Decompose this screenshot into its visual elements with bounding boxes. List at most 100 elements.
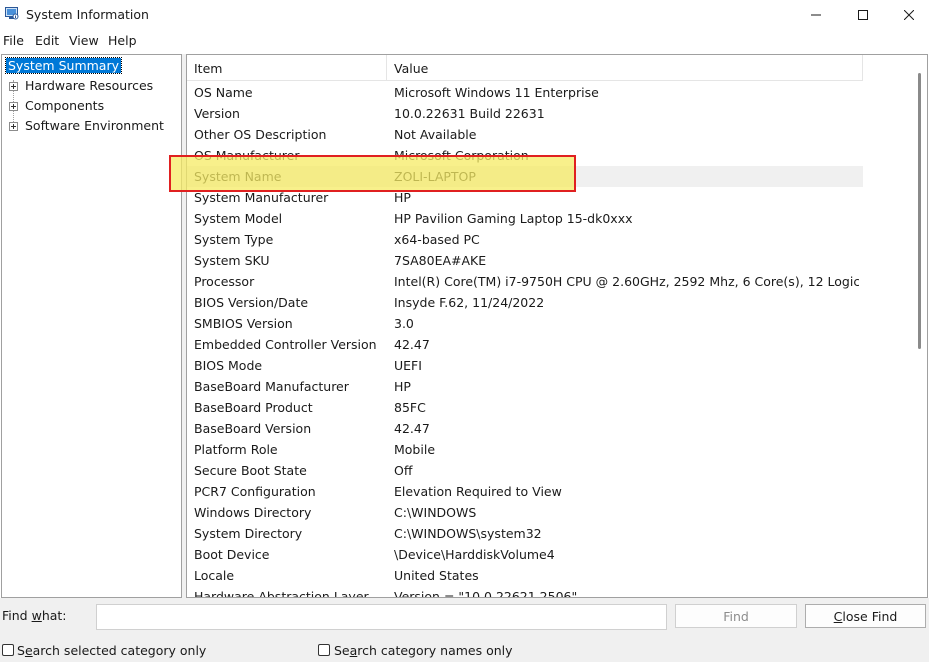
- row-value-cell: C:\WINDOWS: [394, 505, 477, 520]
- row-item-cell: Embedded Controller Version: [194, 337, 377, 352]
- row-item-cell: Version: [194, 106, 240, 121]
- row-value-cell: HP Pavilion Gaming Laptop 15-dk0xxx: [394, 211, 633, 226]
- table-row[interactable]: System SKU 7SA80EA#AKE: [187, 250, 863, 271]
- row-item-cell: Windows Directory: [194, 505, 312, 520]
- tree-item-system-summary[interactable]: System Summary: [5, 57, 122, 76]
- row-value-cell: UEFI: [394, 358, 422, 373]
- minimize-icon: [811, 14, 821, 16]
- minimize-button[interactable]: [793, 0, 839, 30]
- close-find-button[interactable]: Close Find: [805, 604, 926, 628]
- vertical-scrollbar[interactable]: [913, 55, 927, 597]
- table-row[interactable]: OS Name Microsoft Windows 11 Enterprise: [187, 82, 863, 103]
- table-row[interactable]: System Type x64-based PC: [187, 229, 863, 250]
- title-bar: System Information: [0, 0, 929, 30]
- details-list[interactable]: Item Value OS Name Microsoft Windows 11 E…: [186, 54, 928, 598]
- table-row[interactable]: Boot Device \Device\HarddiskVolume4: [187, 544, 863, 565]
- row-item-cell: BIOS Version/Date: [194, 295, 309, 310]
- menu-view[interactable]: View: [69, 30, 99, 48]
- find-bar: Find what: Find Close Find Search select…: [0, 598, 929, 662]
- row-value-cell: 10.0.22631 Build 22631: [394, 106, 545, 121]
- table-row[interactable]: PCR7 Configuration Elevation Required to …: [187, 481, 863, 502]
- menu-file[interactable]: File: [3, 30, 24, 48]
- category-tree[interactable]: System Summary Hardware Resources Compon…: [1, 54, 182, 598]
- row-value-cell: United States: [394, 568, 479, 583]
- row-item-cell: System Manufacturer: [194, 190, 329, 205]
- menu-bar: File Edit View Help: [0, 30, 929, 50]
- row-item-cell: System Type: [194, 232, 274, 247]
- row-item-cell: Locale: [194, 568, 235, 583]
- column-header-item[interactable]: Item: [187, 55, 387, 81]
- find-what-label: Find what:: [2, 608, 67, 623]
- expand-icon[interactable]: [9, 82, 18, 91]
- row-item-cell: Hardware Abstraction Layer: [194, 589, 369, 598]
- row-item-cell: Processor: [194, 274, 255, 289]
- row-value-cell: Not Available: [394, 127, 477, 142]
- table-row[interactable]: SMBIOS Version 3.0: [187, 313, 863, 334]
- list-header: Item Value: [187, 55, 863, 81]
- row-item-cell: System SKU: [194, 253, 270, 268]
- tree-item-label: System Summary: [5, 57, 122, 74]
- maximize-button[interactable]: [840, 0, 886, 30]
- row-item-cell: Platform Role: [194, 442, 278, 457]
- table-row[interactable]: BIOS Mode UEFI: [187, 355, 863, 376]
- row-value-cell: x64-based PC: [394, 232, 480, 247]
- table-row[interactable]: Locale United States: [187, 565, 863, 586]
- row-value-cell: 85FC: [394, 400, 426, 415]
- find-button[interactable]: Find: [675, 604, 797, 628]
- tree-item-label: Components: [25, 98, 105, 113]
- scrollbar-thumb[interactable]: [918, 73, 921, 349]
- row-value-cell: HP: [394, 379, 411, 394]
- maximize-icon: [858, 10, 868, 20]
- row-value-cell: 42.47: [394, 337, 430, 352]
- table-row[interactable]: Platform Role Mobile: [187, 439, 863, 460]
- search-category-names-checkbox[interactable]: [318, 644, 330, 656]
- table-row[interactable]: Other OS Description Not Available: [187, 124, 863, 145]
- row-item-cell: BaseBoard Product: [194, 400, 313, 415]
- table-row[interactable]: Hardware Abstraction Layer Version = "10.…: [187, 586, 863, 598]
- row-item-cell: OS Name: [194, 85, 253, 100]
- tree-item-label: Software Environment: [25, 118, 164, 133]
- row-value-cell: HP: [394, 190, 411, 205]
- row-value-cell: Version = "10.0.22621.2506": [394, 589, 578, 598]
- close-button[interactable]: [886, 0, 929, 30]
- menu-edit[interactable]: Edit: [35, 30, 59, 48]
- row-item-cell: System Directory: [194, 526, 303, 541]
- table-row[interactable]: BaseBoard Manufacturer HP: [187, 376, 863, 397]
- row-item-cell: SMBIOS Version: [194, 316, 293, 331]
- table-row[interactable]: Embedded Controller Version 42.47: [187, 334, 863, 355]
- row-value-cell: Elevation Required to View: [394, 484, 562, 499]
- expand-icon[interactable]: [9, 122, 18, 131]
- search-selected-category-checkbox[interactable]: [2, 644, 14, 656]
- system-information-app-icon: [5, 7, 19, 20]
- row-value-cell: Intel(R) Core(TM) i7-9750H CPU @ 2.60GHz…: [394, 274, 859, 289]
- table-row[interactable]: Processor Intel(R) Core(TM) i7-9750H CPU …: [187, 271, 863, 292]
- table-row[interactable]: System Model HP Pavilion Gaming Laptop 15…: [187, 208, 863, 229]
- search-selected-category-label[interactable]: Search selected category only: [17, 643, 206, 658]
- table-row[interactable]: System Directory C:\WINDOWS\system32: [187, 523, 863, 544]
- table-row[interactable]: BIOS Version/Date Insyde F.62, 11/24/2022: [187, 292, 863, 313]
- close-icon: [904, 10, 914, 20]
- table-row[interactable]: Secure Boot State Off: [187, 460, 863, 481]
- row-value-cell: Insyde F.62, 11/24/2022: [394, 295, 545, 310]
- tree-item-label: Hardware Resources: [25, 78, 154, 93]
- search-category-names-label[interactable]: Search category names only: [334, 643, 513, 658]
- window-title: System Information: [26, 7, 149, 22]
- menu-help[interactable]: Help: [108, 30, 137, 48]
- table-row[interactable]: BaseBoard Version 42.47: [187, 418, 863, 439]
- row-item-cell: BIOS Mode: [194, 358, 263, 373]
- table-row[interactable]: BaseBoard Product 85FC: [187, 397, 863, 418]
- find-what-input[interactable]: [96, 604, 667, 630]
- row-value-cell: C:\WINDOWS\system32: [394, 526, 542, 541]
- row-value-cell: 42.47: [394, 421, 430, 436]
- row-value-cell: Mobile: [394, 442, 436, 457]
- row-value-cell: Microsoft Windows 11 Enterprise: [394, 85, 599, 100]
- table-row[interactable]: Version 10.0.22631 Build 22631: [187, 103, 863, 124]
- row-item-cell: System Model: [194, 211, 283, 226]
- table-row[interactable]: Windows Directory C:\WINDOWS: [187, 502, 863, 523]
- row-value-cell: \Device\HarddiskVolume4: [394, 547, 555, 562]
- column-header-value[interactable]: Value: [387, 55, 863, 81]
- row-item-cell: Other OS Description: [194, 127, 327, 142]
- expand-icon[interactable]: [9, 102, 18, 111]
- row-value-cell: 3.0: [394, 316, 414, 331]
- row-item-cell: BaseBoard Version: [194, 421, 312, 436]
